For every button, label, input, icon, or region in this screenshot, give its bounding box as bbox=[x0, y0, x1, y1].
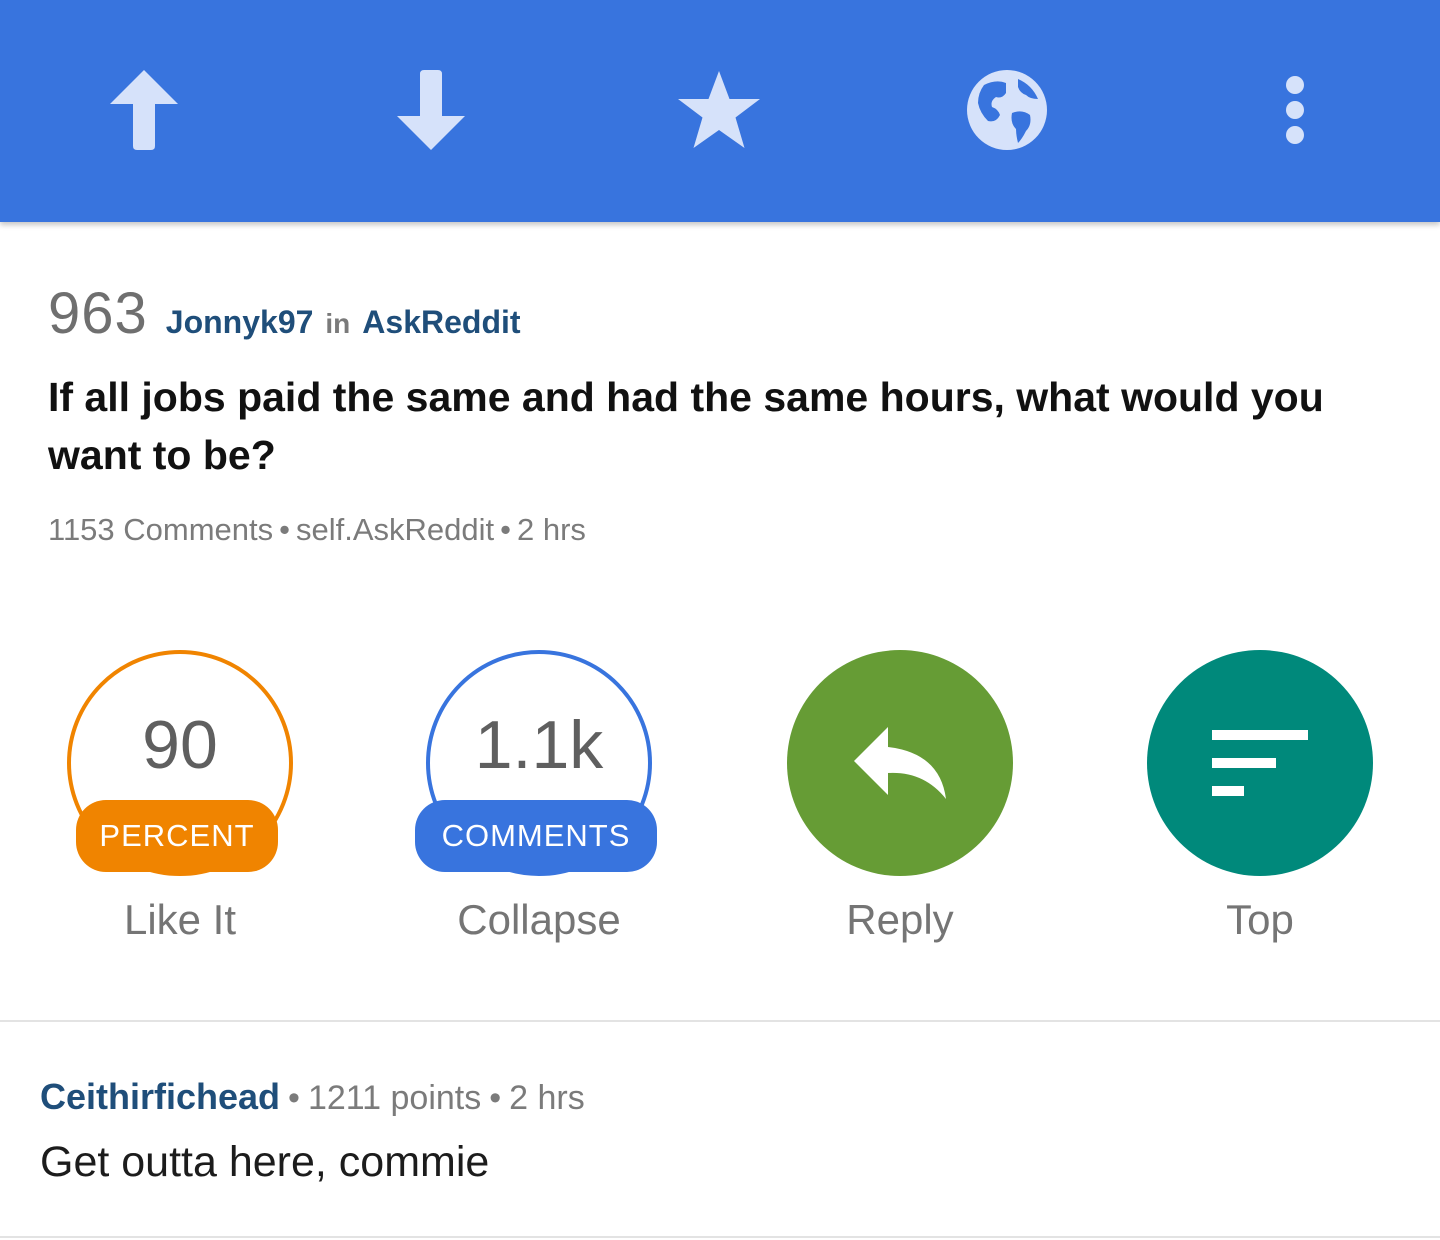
comment-separator: • bbox=[288, 1079, 300, 1117]
post-toolbar bbox=[0, 0, 1440, 222]
reply-icon bbox=[854, 727, 946, 799]
top-label: Top bbox=[1226, 896, 1294, 943]
star-icon bbox=[678, 71, 760, 148]
comment-divider bbox=[0, 1236, 1440, 1238]
comment-author-link[interactable]: Ceithirfichead bbox=[40, 1076, 280, 1117]
post-domain: self.AskReddit bbox=[296, 512, 495, 547]
reply-button[interactable] bbox=[787, 650, 1013, 876]
upvote-arrow-icon bbox=[110, 70, 178, 150]
post-age: 2 hrs bbox=[517, 512, 586, 547]
comments-badge: COMMENTS bbox=[415, 800, 657, 872]
post-meta: 1153 Comments • self.AskReddit • 2 hrs bbox=[48, 512, 586, 548]
open-link-button[interactable] bbox=[952, 55, 1062, 165]
sort-button[interactable] bbox=[1147, 650, 1373, 876]
upvote-button[interactable] bbox=[89, 55, 199, 165]
comment-separator: • bbox=[489, 1079, 502, 1117]
comments-count-value: 1.1k bbox=[474, 707, 604, 783]
like-it-label: Like It bbox=[123, 896, 237, 943]
globe-icon bbox=[967, 70, 1047, 150]
more-vertical-icon bbox=[1286, 76, 1304, 144]
comment-points: 1211 points bbox=[307, 1079, 482, 1117]
post-title[interactable]: If all jobs paid the same and had the sa… bbox=[48, 368, 1418, 484]
comment-count: 1153 Comments bbox=[48, 512, 274, 547]
percent-badge: PERCENT bbox=[76, 800, 278, 872]
save-star-button[interactable] bbox=[664, 55, 774, 165]
subreddit-link[interactable]: AskReddit bbox=[362, 304, 520, 341]
sort-icon bbox=[1212, 730, 1308, 796]
comment-header: Ceithirfichead • 1211 points • 2 hrs bbox=[40, 1076, 585, 1118]
post-header: 963 Jonnyk97 in AskReddit bbox=[48, 280, 1408, 347]
meta-separator: • bbox=[500, 512, 512, 547]
in-label: in bbox=[325, 308, 351, 339]
comment-body[interactable]: Get outta here, commie bbox=[40, 1138, 489, 1187]
like-percent-value: 90 bbox=[142, 707, 218, 783]
downvote-button[interactable] bbox=[376, 55, 486, 165]
post-author-link[interactable]: Jonnyk97 bbox=[166, 304, 314, 341]
section-divider bbox=[0, 1020, 1440, 1022]
comment-age: 2 hrs bbox=[509, 1079, 585, 1117]
downvote-arrow-icon bbox=[397, 70, 465, 150]
reply-label: Reply bbox=[846, 896, 954, 943]
meta-separator: • bbox=[279, 512, 291, 547]
more-options-button[interactable] bbox=[1240, 55, 1350, 165]
post-score: 963 bbox=[48, 281, 148, 346]
collapse-label: Collapse bbox=[457, 896, 621, 943]
